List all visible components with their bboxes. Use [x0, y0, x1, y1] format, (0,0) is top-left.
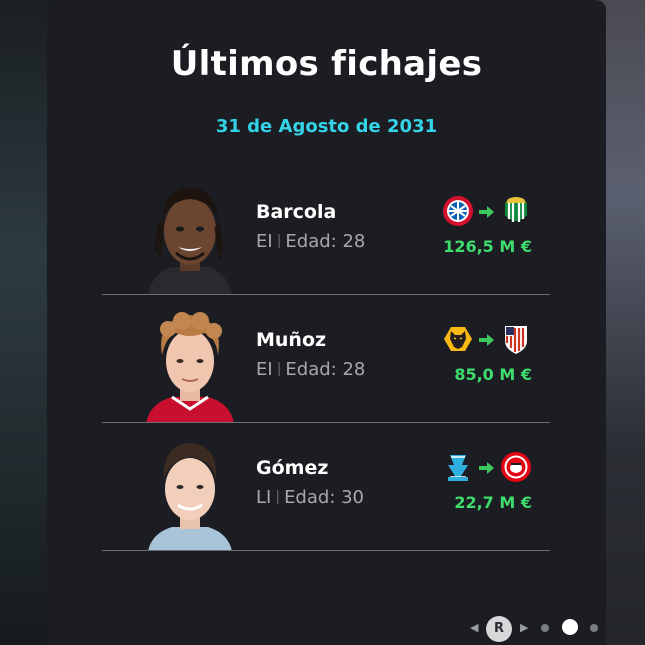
panel-title: Últimos fichajes — [170, 44, 483, 84]
arrow-right-icon — [479, 206, 494, 218]
player-age: Edad: 28 — [285, 231, 366, 252]
transfer-row[interactable]: Muñoz EI | Edad: 28 85,0 M € — [102, 301, 550, 423]
real-betis-crest-icon — [505, 197, 527, 222]
player-age: Edad: 28 — [285, 359, 366, 380]
transfer-fee: 85,0 M € — [454, 365, 532, 384]
player-details: EI | Edad: 28 — [256, 231, 366, 252]
page-dot[interactable] — [541, 624, 549, 632]
player-name: Muñoz — [256, 329, 327, 351]
player-portrait — [146, 312, 234, 423]
player-name: Gómez — [256, 457, 329, 479]
player-name: Barcola — [256, 201, 337, 223]
player-position: EI — [256, 231, 273, 252]
row-divider — [102, 422, 550, 423]
wolves-crest-icon — [444, 327, 472, 351]
transfer-fee: 126,5 M € — [443, 237, 532, 256]
transfer-row[interactable]: Barcola EI | Edad: 28 126,5 M € — [102, 173, 550, 295]
page-dot[interactable] — [590, 624, 598, 632]
atletico-madrid-crest-icon — [505, 326, 527, 354]
marseille-crest-icon — [448, 455, 468, 481]
arrow-right-icon — [479, 334, 494, 346]
club-transfer — [442, 323, 532, 357]
player-details: EI | Edad: 28 — [256, 359, 366, 380]
club-transfer — [442, 451, 532, 485]
player-portrait — [148, 187, 232, 295]
row-divider — [102, 294, 550, 295]
transfer-fee: 22,7 M € — [454, 493, 532, 512]
page-dot-active[interactable] — [562, 619, 578, 635]
player-portrait — [148, 443, 232, 551]
player-details: LI | Edad: 30 — [256, 487, 365, 508]
r-button[interactable]: R — [486, 616, 512, 642]
club-transfer — [442, 195, 532, 229]
panel-date: 31 de Agosto de 2031 — [215, 116, 438, 137]
arrow-right-icon — [479, 462, 494, 474]
transfer-row[interactable]: Gómez LI | Edad: 30 22,7 M € — [102, 429, 550, 551]
row-divider — [102, 550, 550, 551]
latest-transfers-panel: Últimos fichajes 31 de Agosto de 2031 Ba… — [47, 0, 606, 645]
carousel-pager: ◀ R ▶ — [470, 614, 600, 642]
bayern-munich-crest-icon — [443, 196, 473, 226]
brentford-crest-icon — [501, 452, 531, 482]
player-age: Edad: 30 — [284, 487, 365, 508]
player-position: LI — [256, 487, 272, 508]
chevron-left-icon[interactable]: ◀ — [470, 621, 478, 634]
player-position: EI — [256, 359, 273, 380]
chevron-right-icon[interactable]: ▶ — [520, 621, 528, 634]
